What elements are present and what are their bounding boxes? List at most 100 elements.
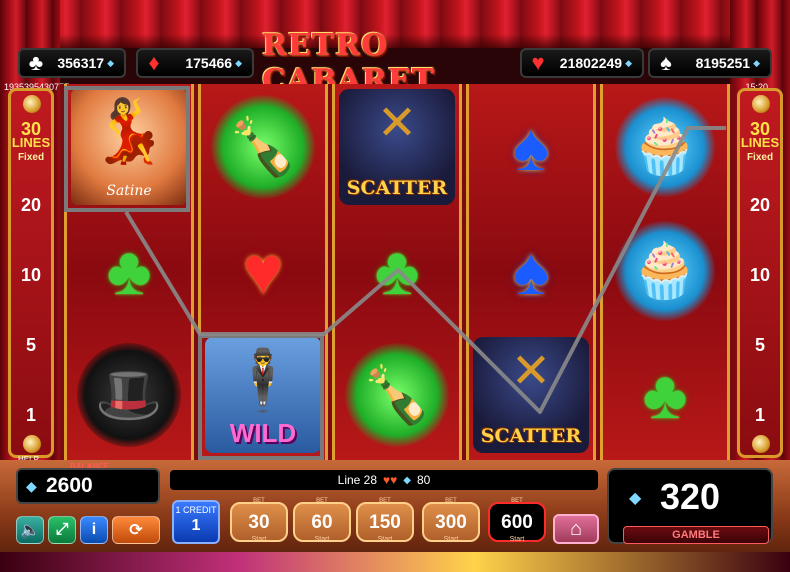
- lines-fixed: Fixed: [17, 152, 45, 163]
- home-icon: ⌂: [569, 517, 583, 540]
- start-tag: Start: [251, 536, 267, 543]
- gem-icon: ◆: [26, 478, 37, 494]
- scatter-symbol: ✕ SCATTER: [339, 89, 455, 205]
- reel-cell: ♠: [472, 88, 590, 206]
- decorative-strip: [0, 552, 790, 572]
- scatter-label: SCATTER: [480, 425, 582, 447]
- lines-indicator-right: 30 LINES Fixed 20 10 5 1: [737, 88, 783, 458]
- heart-symbol-icon: ♥: [242, 233, 284, 309]
- start-tag: Start: [443, 536, 459, 543]
- line-marker-10: 10: [749, 265, 771, 285]
- fullscreen-icon: ⤢: [55, 521, 69, 538]
- reel-cell: 🍾: [204, 88, 322, 206]
- magic-hat-symbol-icon: 🎩: [77, 343, 181, 447]
- windmill-icon: ✕: [376, 97, 418, 150]
- reel-4: ♠ ♠ ✕ SCATTER: [466, 84, 596, 460]
- win-line-info: Line 28 ♥♥ ◆ 80: [170, 470, 598, 490]
- heart-suit-icon: ♥: [531, 50, 545, 75]
- balance-display: ◆ 2600: [16, 468, 160, 504]
- line-marker-20: 20: [749, 195, 771, 215]
- gamble-button[interactable]: GAMBLE: [623, 526, 769, 544]
- jackpot-diamond: ♦ 175466 ◆: [136, 48, 254, 78]
- lines-fixed: Fixed: [746, 152, 774, 163]
- magician-icon: 🕴: [225, 347, 301, 414]
- reel-cell: ✕ SCATTER: [338, 88, 456, 206]
- reel-2: 🍾 ♥ 🕴 WILD: [198, 84, 328, 460]
- reel-cell: 🧁: [606, 88, 724, 206]
- sound-button[interactable]: 🔈: [16, 516, 44, 544]
- reel-cell: ♣: [70, 212, 188, 330]
- info-icon: i: [91, 521, 97, 538]
- win-value: 320: [659, 476, 721, 517]
- reels-area: 💃 Satine ♣ 🎩 🍾 ♥ 🕴 WILD ✕ SCATTER ♣ 🍾 ♠ …: [60, 84, 734, 460]
- reel-3: ✕ SCATTER ♣ 🍾: [332, 84, 462, 460]
- top-bar: ♣ 356317 ◆ ♦ 175466 ◆ RETRO CABARET ♥ 2180…: [14, 28, 776, 98]
- lines-label: 30 LINES Fixed: [740, 120, 780, 164]
- cupcake-symbol-icon: 🧁: [615, 221, 715, 321]
- jackpot-spade: ♠ 8195251 ◆: [648, 48, 772, 78]
- diamond-suit-icon: ♦: [148, 50, 160, 75]
- lines-indicator-left: 30 LINES Fixed 20 10 5 1: [8, 88, 54, 458]
- home-button[interactable]: ⌂: [553, 514, 599, 544]
- club-symbol-icon: ♣: [374, 233, 420, 309]
- scatter-symbol: ✕ SCATTER: [473, 337, 589, 453]
- jackpot-spade-value: 8195251: [695, 55, 751, 71]
- reel-cell: 🧁: [606, 212, 724, 330]
- lines-word: LINES: [740, 135, 780, 150]
- reel-cell: ♣: [606, 336, 724, 454]
- info-button[interactable]: i: [80, 516, 108, 544]
- reel-cell: ♣: [338, 212, 456, 330]
- reel-5: 🧁 🧁 ♣: [600, 84, 730, 460]
- gem-icon: ◆: [107, 57, 114, 68]
- satine-label: Satine: [106, 183, 152, 199]
- start-tag: Start: [377, 536, 393, 543]
- gem-icon: ◆: [403, 474, 411, 486]
- line-marker-5: 5: [754, 335, 765, 355]
- jackpot-club: ♣ 356317 ◆: [18, 48, 126, 78]
- line-marker-1: 1: [25, 405, 36, 425]
- speaker-icon: 🔈: [20, 522, 40, 539]
- club-suit-icon: ♣: [28, 50, 44, 75]
- showgirl-icon: 💃: [90, 97, 168, 166]
- wild-symbol: 🕴 WILD: [205, 337, 321, 453]
- credit-label: 1 CREDIT: [175, 505, 217, 515]
- credit-value: 1: [191, 517, 201, 534]
- gem-icon: ◆: [625, 57, 632, 68]
- reel-cell: 🕴 WILD: [204, 336, 322, 454]
- spade-symbol-icon: ♠: [512, 109, 550, 185]
- balance-value: 2600: [46, 474, 93, 497]
- heart-symbol-icon: ♥♥: [383, 473, 398, 487]
- reel-cell: 💃 Satine: [70, 88, 188, 206]
- line-win-amount: 80: [416, 473, 431, 487]
- jackpot-diamond-value: 175466: [185, 55, 233, 71]
- reel-cell: ✕ SCATTER: [472, 336, 590, 454]
- knob-icon: [752, 95, 770, 113]
- gem-icon: ◆: [235, 57, 242, 68]
- jackpot-heart: ♥ 21802249 ◆: [520, 48, 644, 78]
- jackpot-club-value: 356317: [57, 55, 105, 71]
- fullscreen-button[interactable]: ⤢: [48, 516, 76, 544]
- knob-icon: [23, 95, 41, 113]
- windmill-icon: ✕: [510, 345, 552, 398]
- spade-symbol-icon: ♠: [512, 233, 550, 309]
- line-label: Line 28: [337, 473, 378, 487]
- game-title: RETRO CABARET: [262, 28, 435, 98]
- reel-cell: ♠: [472, 212, 590, 330]
- champagne-symbol-icon: 🍾: [345, 343, 449, 447]
- club-symbol-icon: ♣: [642, 357, 688, 433]
- credit-selector[interactable]: 1 CREDIT 1: [172, 500, 220, 544]
- start-tag: Start: [509, 536, 525, 543]
- knob-icon: [23, 435, 41, 453]
- line-marker-10: 10: [20, 265, 42, 285]
- scatter-label: SCATTER: [346, 177, 448, 199]
- autoplay-button[interactable]: ⟳: [112, 516, 160, 544]
- reel-cell: 🎩: [70, 336, 188, 454]
- wild-label: WILD: [229, 418, 297, 448]
- start-tag: Start: [314, 536, 330, 543]
- satine-symbol: 💃 Satine: [71, 89, 187, 205]
- champagne-symbol-icon: 🍾: [211, 95, 315, 199]
- line-marker-5: 5: [25, 335, 36, 355]
- reel-1: 💃 Satine ♣ 🎩: [64, 84, 194, 460]
- line-marker-1: 1: [754, 405, 765, 425]
- line-marker-20: 20: [20, 195, 42, 215]
